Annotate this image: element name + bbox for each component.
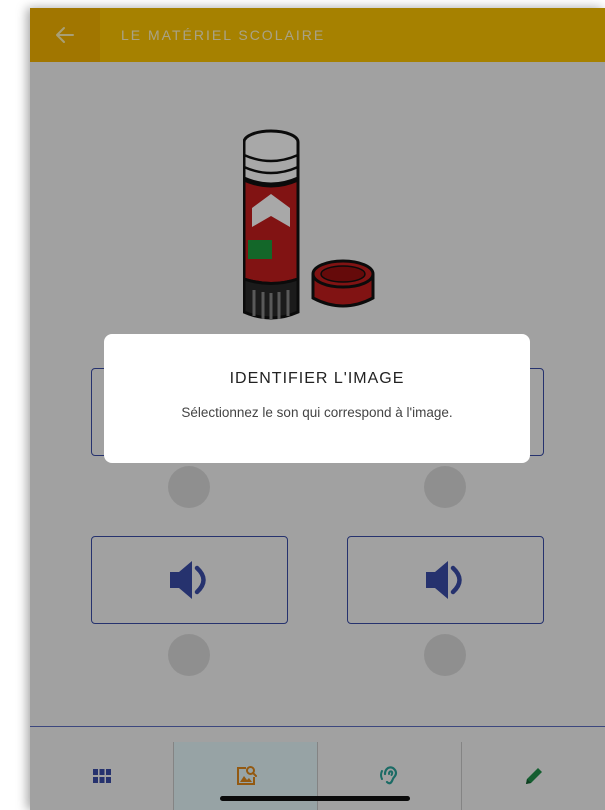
dialog-message: Sélectionnez le son qui correspond à l'i… (181, 405, 453, 420)
dialog-title: IDENTIFIER L'IMAGE (229, 370, 405, 387)
app-screen: LE MATÉRIEL SCOLAIRE IDENTIFIER L'IMAGE … (30, 8, 605, 810)
instruction-dialog[interactable]: IDENTIFIER L'IMAGE Sélectionnez le son q… (104, 334, 530, 463)
